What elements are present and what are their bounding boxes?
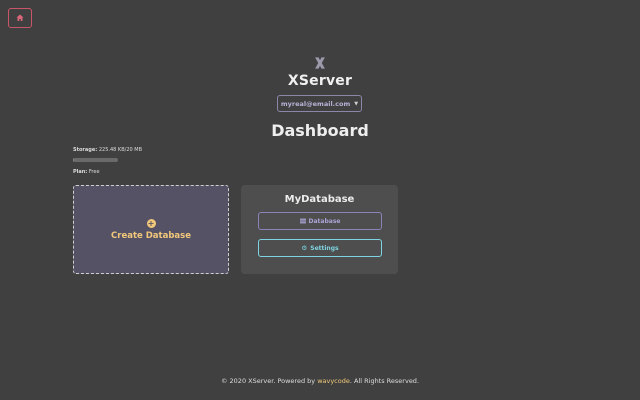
x-logo-icon xyxy=(315,57,325,69)
brand: XServer xyxy=(0,56,640,89)
footer-suffix: . All Rights Reserved. xyxy=(349,377,420,385)
database-card: MyDatabase Database ⚙ Settings xyxy=(241,185,398,274)
create-database-card[interactable]: + Create Database xyxy=(73,185,229,274)
home-icon xyxy=(16,14,24,21)
create-database-label: Create Database xyxy=(111,230,191,241)
plan-label: Plan: xyxy=(73,169,88,175)
database-name: MyDatabase xyxy=(284,194,355,205)
storage-label: Storage: xyxy=(73,147,98,153)
storage-value: 225.48 KB/20 MB xyxy=(98,147,143,153)
brand-title: XServer xyxy=(287,73,353,89)
home-button[interactable] xyxy=(8,8,32,28)
list-icon xyxy=(299,218,306,224)
account-dropdown[interactable]: myreal@email.com ▼ xyxy=(277,95,362,112)
footer-wavycode-link[interactable]: wavycode xyxy=(317,377,350,385)
storage-info: Storage: 225.48 KB/20 MB xyxy=(73,147,142,153)
page-title: Dashboard xyxy=(271,121,369,140)
footer: © 2020 XServer. Powered by wavycode. All… xyxy=(0,377,640,385)
plan-value: Free xyxy=(88,169,100,175)
plus-circle-icon: + xyxy=(146,218,156,228)
settings-button-label: Settings xyxy=(310,244,339,252)
caret-down-icon: ▼ xyxy=(354,100,359,107)
gear-icon: ⚙ xyxy=(301,244,308,252)
storage-progress-bar xyxy=(73,158,118,162)
account-email: myreal@email.com xyxy=(280,99,351,108)
database-button-label: Database xyxy=(308,217,341,225)
footer-prefix: © 2020 XServer. Powered by xyxy=(220,377,318,385)
settings-button[interactable]: ⚙ Settings xyxy=(258,239,382,257)
plan-info: Plan: Free xyxy=(73,169,100,175)
database-button[interactable]: Database xyxy=(258,212,382,230)
